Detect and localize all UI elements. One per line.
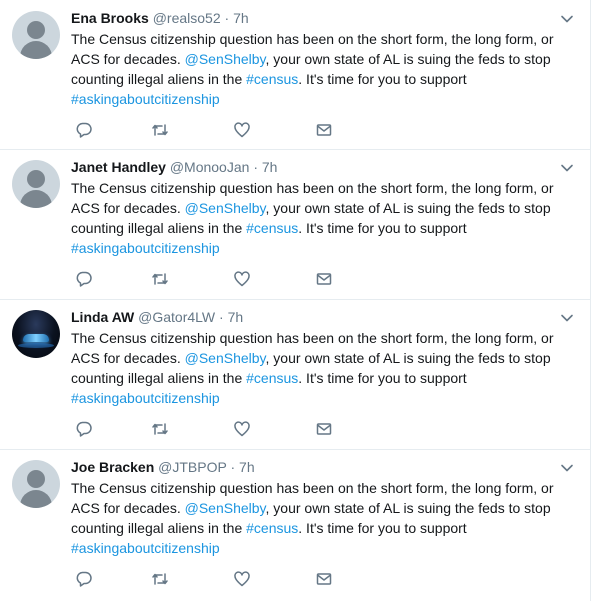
tweet-header: Joe Bracken @JTBPOP · 7h [71,458,255,476]
hashtag-link[interactable]: #census [246,520,298,536]
user-handle[interactable]: @Gator4LW [138,309,215,325]
mention-link[interactable]: @SenShelby [185,51,266,67]
hashtag-link[interactable]: #askingaboutcitizenship [71,240,220,256]
retweet-icon [152,573,168,585]
hashtag-link[interactable]: #askingaboutcitizenship [71,540,220,556]
profile-photo-avatar[interactable] [12,310,60,358]
chevron-down-icon[interactable] [560,311,574,325]
mention-link[interactable]: @SenShelby [185,500,266,516]
tweet-text-part: . It's time for you to support [298,71,467,87]
retweet-button[interactable] [149,418,171,440]
retweet-icon [152,423,168,435]
retweet-icon [152,124,168,136]
avatar-shoulders-shape [20,490,52,508]
retweet-button[interactable] [149,268,171,290]
reply-icon [76,571,92,587]
tweet-feed: Ena Brooks @realso52 · 7h The Census cit… [0,0,591,601]
tweet-header: Janet Handley @MonooJan · 7h [71,158,277,176]
reply-icon [76,271,92,287]
like-button[interactable] [231,568,253,590]
chevron-down-icon[interactable] [560,461,574,475]
tweet-header: Linda AW @Gator4LW · 7h [71,308,243,326]
heart-icon [234,571,250,587]
chevron-down-icon[interactable] [560,12,574,26]
display-name[interactable]: Joe Bracken [71,459,154,475]
reply-button[interactable] [73,418,95,440]
tweet-janet-handley[interactable]: Janet Handley @MonooJan · 7h The Census … [0,149,590,300]
timestamp[interactable]: 7h [228,309,244,325]
reply-icon [76,122,92,138]
retweet-button[interactable] [149,119,171,141]
user-handle[interactable]: @MonooJan [170,159,250,175]
message-button[interactable] [313,119,335,141]
hashtag-link[interactable]: #census [246,71,298,87]
retweet-icon [152,273,168,285]
default-avatar[interactable] [12,160,60,208]
avatar-shoulders-shape [20,190,52,208]
avatar-head-shape [27,170,45,188]
chevron-down-icon[interactable] [560,161,574,175]
tweet-joe-bracken[interactable]: Joe Bracken @JTBPOP · 7h The Census citi… [0,449,590,601]
user-handle[interactable]: @JTBPOP [158,459,226,475]
tweet-text: The Census citizenship question has been… [71,478,571,558]
message-button[interactable] [313,268,335,290]
timestamp[interactable]: 7h [233,10,249,26]
mention-link[interactable]: @SenShelby [185,350,266,366]
message-button[interactable] [313,418,335,440]
envelope-icon [316,273,332,285]
tweet-text: The Census citizenship question has been… [71,328,571,408]
envelope-icon [316,573,332,585]
tweet-text-part: . It's time for you to support [298,520,467,536]
tweet-actions [71,268,531,290]
hashtag-link[interactable]: #askingaboutcitizenship [71,91,220,107]
separator-dot: · [224,10,230,26]
separator-dot: · [219,309,224,325]
retweet-button[interactable] [149,568,171,590]
avatar-car-shape [23,334,49,342]
default-avatar[interactable] [12,11,60,59]
like-button[interactable] [231,119,253,141]
reply-button[interactable] [73,119,95,141]
display-name[interactable]: Janet Handley [71,159,166,175]
mention-link[interactable]: @SenShelby [185,200,266,216]
message-button[interactable] [313,568,335,590]
default-avatar[interactable] [12,460,60,508]
avatar-head-shape [27,470,45,488]
separator-dot: · [253,159,258,175]
tweet-actions [71,119,531,141]
hashtag-link[interactable]: #census [246,370,298,386]
reply-button[interactable] [73,268,95,290]
separator-dot: · [230,459,236,475]
reply-icon [76,421,92,437]
tweet-text-part: . It's time for you to support [298,220,467,236]
envelope-icon [316,423,332,435]
like-button[interactable] [231,268,253,290]
avatar-shoulders-shape [20,41,52,59]
heart-icon [234,421,250,437]
user-handle[interactable]: @realso52 [153,10,221,26]
timestamp[interactable]: 7h [239,459,255,475]
timestamp[interactable]: 7h [262,159,278,175]
hashtag-link[interactable]: #census [246,220,298,236]
tweet-linda-aw[interactable]: Linda AW @Gator4LW · 7h The Census citiz… [0,299,590,450]
tweet-header: Ena Brooks @realso52 · 7h [71,9,249,27]
tweet-text: The Census citizenship question has been… [71,29,571,109]
reply-button[interactable] [73,568,95,590]
like-button[interactable] [231,418,253,440]
heart-icon [234,271,250,287]
display-name[interactable]: Ena Brooks [71,10,149,26]
envelope-icon [316,124,332,136]
avatar-head-shape [27,21,45,39]
tweet-text: The Census citizenship question has been… [71,178,571,258]
tweet-actions [71,418,531,440]
hashtag-link[interactable]: #askingaboutcitizenship [71,390,220,406]
display-name[interactable]: Linda AW [71,309,134,325]
tweet-text-part: . It's time for you to support [298,370,467,386]
avatar-glow-shape [18,343,54,348]
heart-icon [234,122,250,138]
tweet-actions [71,568,531,590]
tweet-ena-brooks[interactable]: Ena Brooks @realso52 · 7h The Census cit… [0,0,590,150]
